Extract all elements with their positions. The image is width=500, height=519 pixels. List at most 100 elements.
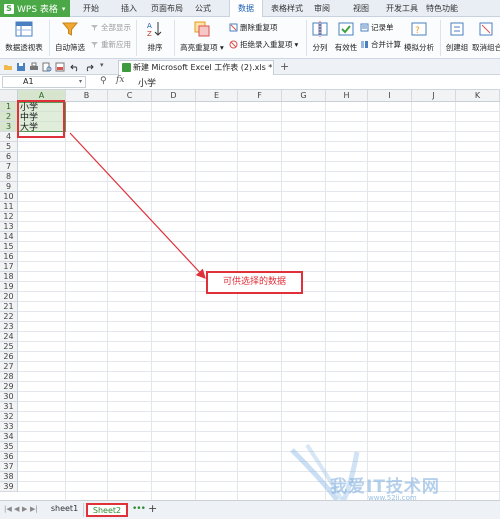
row-header[interactable]: 1: [0, 102, 18, 112]
row-header[interactable]: 38: [0, 472, 18, 482]
column-header[interactable]: H: [326, 90, 368, 102]
row-header[interactable]: 28: [0, 372, 18, 382]
row-header[interactable]: 18: [0, 272, 18, 282]
sheet-tab-sheet2[interactable]: Sheet2: [86, 503, 128, 517]
column-header[interactable]: E: [196, 90, 238, 102]
column-header[interactable]: I: [368, 90, 412, 102]
row-header[interactable]: 30: [0, 392, 18, 402]
consolidate-button[interactable]: 合并计算: [360, 39, 401, 50]
column-header[interactable]: G: [282, 90, 326, 102]
last-sheet-icon[interactable]: ▶|: [30, 505, 38, 513]
print-icon[interactable]: [29, 62, 39, 72]
magnifier-icon[interactable]: ⚲: [100, 76, 107, 86]
undo-icon[interactable]: [70, 62, 80, 72]
row-header[interactable]: 36: [0, 452, 18, 462]
column-header[interactable]: D: [152, 90, 196, 102]
sheet-tab-sheet1[interactable]: sheet1: [46, 503, 84, 517]
menu-tab[interactable]: 开始: [70, 0, 112, 17]
insert-function-button[interactable]: fx: [116, 75, 124, 85]
new-tab-plus-icon[interactable]: +: [280, 60, 289, 74]
row-header[interactable]: 4: [0, 132, 18, 142]
row-header[interactable]: 15: [0, 242, 18, 252]
whatif-analysis-button[interactable]: ? 模拟分析: [402, 20, 436, 53]
row-header[interactable]: 21: [0, 302, 18, 312]
open-folder-icon[interactable]: [3, 62, 13, 72]
add-sheet-icon[interactable]: +: [148, 502, 157, 515]
row-header[interactable]: 39: [0, 482, 18, 492]
row-header[interactable]: 2: [0, 112, 18, 122]
quick-access-dropdown-icon[interactable]: ▾: [100, 61, 104, 69]
menu-tab[interactable]: 审阅: [308, 0, 336, 17]
row-header[interactable]: 11: [0, 202, 18, 212]
record-form-button[interactable]: 记录单: [360, 22, 394, 33]
remove-duplicates-button[interactable]: 删除重复项: [229, 22, 278, 33]
row-header[interactable]: 24: [0, 332, 18, 342]
row-header[interactable]: 22: [0, 312, 18, 322]
column-header[interactable]: B: [66, 90, 108, 102]
create-group-button[interactable]: 创建组: [443, 20, 471, 53]
row-header[interactable]: 16: [0, 252, 18, 262]
reject-duplicates-button[interactable]: 拒绝录入重复项 ▾: [229, 39, 298, 50]
row-header[interactable]: 14: [0, 232, 18, 242]
highlight-duplicates-button[interactable]: 高亮重复项 ▾: [178, 20, 226, 53]
row-header[interactable]: 20: [0, 292, 18, 302]
row-header[interactable]: 32: [0, 412, 18, 422]
column-header[interactable]: C: [108, 90, 152, 102]
save-icon[interactable]: [16, 62, 26, 72]
prev-sheet-icon[interactable]: ◀: [14, 505, 19, 513]
row-header[interactable]: 7: [0, 162, 18, 172]
menu-tab[interactable]: 开发工具: [382, 0, 422, 17]
show-all-button[interactable]: 全部显示: [90, 22, 131, 33]
document-tab[interactable]: 新建 Microsoft Excel 工作表 (2).xls *: [118, 60, 274, 75]
column-header[interactable]: J: [412, 90, 456, 102]
menu-tab[interactable]: 插入: [112, 0, 146, 17]
first-sheet-icon[interactable]: |◀: [4, 505, 12, 513]
menu-tab[interactable]: 数据: [229, 0, 263, 18]
export-pdf-icon[interactable]: [55, 62, 65, 72]
next-sheet-icon[interactable]: ▶: [22, 505, 27, 513]
split-column-button[interactable]: 分列: [308, 20, 332, 53]
row-header[interactable]: 33: [0, 422, 18, 432]
redo-icon[interactable]: [84, 62, 94, 72]
row-header[interactable]: 25: [0, 342, 18, 352]
row-header[interactable]: 29: [0, 382, 18, 392]
row-header[interactable]: 19: [0, 282, 18, 292]
menu-tab[interactable]: 公式: [188, 0, 218, 17]
reapply-button[interactable]: 重新应用: [90, 39, 131, 50]
row-header[interactable]: 6: [0, 152, 18, 162]
row-header[interactable]: 10: [0, 192, 18, 202]
row-header[interactable]: 13: [0, 222, 18, 232]
select-all-corner[interactable]: [0, 90, 18, 102]
more-sheets-icon[interactable]: •••: [132, 504, 146, 514]
row-header[interactable]: 23: [0, 322, 18, 332]
ungroup-button[interactable]: 取消组合: [472, 20, 500, 53]
row-header[interactable]: 26: [0, 352, 18, 362]
row-header[interactable]: 17: [0, 262, 18, 272]
sort-button[interactable]: A Z 排序: [140, 20, 170, 53]
menu-tab[interactable]: 页面布局: [146, 0, 188, 17]
column-header[interactable]: F: [238, 90, 282, 102]
row-header[interactable]: 9: [0, 182, 18, 192]
menu-tab[interactable]: 视图: [344, 0, 378, 17]
menu-tab[interactable]: 表格样式: [266, 0, 308, 17]
row-header[interactable]: 8: [0, 172, 18, 182]
row-header[interactable]: 37: [0, 462, 18, 472]
formula-input[interactable]: 小学: [138, 76, 156, 89]
menu-tab[interactable]: 特色功能: [422, 0, 462, 17]
column-header[interactable]: K: [456, 90, 500, 102]
row-header[interactable]: 34: [0, 432, 18, 442]
validity-button[interactable]: 有效性: [333, 20, 359, 53]
pivot-table-button[interactable]: 数据透视表: [3, 20, 45, 53]
spreadsheet-grid[interactable]: A B C D E F G H I J K 1 2 3 4 5 6 7 8 9 10 11 12 13 14 15 16 17 18 19…: [0, 90, 500, 500]
autofilter-button[interactable]: 自动筛选: [52, 20, 88, 53]
row-header[interactable]: 31: [0, 402, 18, 412]
row-header[interactable]: 3: [0, 122, 18, 132]
row-header[interactable]: 12: [0, 212, 18, 222]
row-header[interactable]: 5: [0, 142, 18, 152]
wps-app-menu-button[interactable]: S WPS 表格 ▾: [0, 0, 70, 17]
name-box[interactable]: A1 ▾: [2, 76, 86, 88]
row-header[interactable]: 35: [0, 442, 18, 452]
show-all-icon: [91, 25, 98, 31]
row-header[interactable]: 27: [0, 362, 18, 372]
print-preview-icon[interactable]: [42, 62, 52, 72]
